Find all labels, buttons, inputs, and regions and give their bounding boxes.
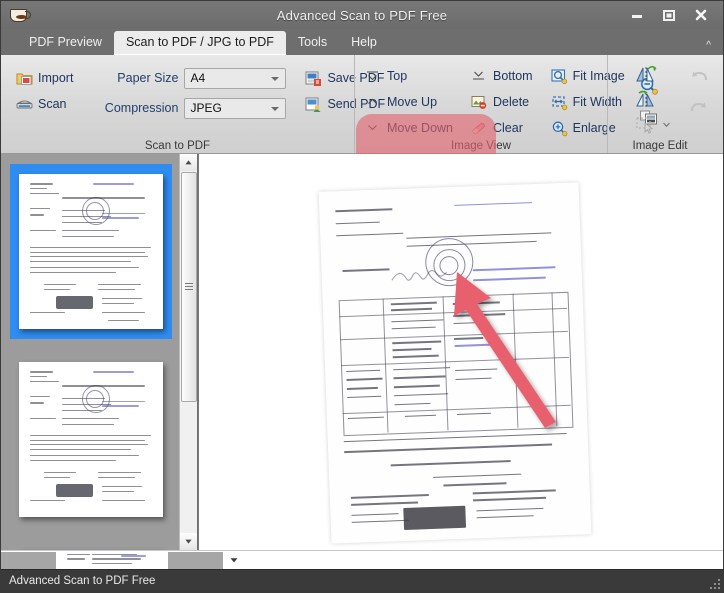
import-button[interactable]: Import [11, 65, 78, 91]
scrollbar-thumb[interactable] [181, 172, 197, 402]
thumbnail-scrollbar[interactable] [179, 154, 197, 550]
status-bar: Advanced Scan to PDF Free [1, 569, 723, 592]
thumbnail-panel [1, 154, 198, 550]
compression-label: Compression [92, 101, 178, 115]
save-pdf-icon [305, 70, 322, 87]
chevron-down-icon[interactable] [662, 118, 671, 132]
compression-dropdown[interactable]: JPEG [184, 98, 286, 119]
window-title: Advanced Scan to PDF Free [1, 8, 723, 23]
top-label: Top [387, 69, 407, 83]
compression-value: JPEG [190, 101, 221, 115]
ribbon: Import Scan [1, 55, 723, 154]
tab-scan-to-pdf[interactable]: Scan to PDF / JPG to PDF [114, 31, 286, 55]
minimize-button[interactable] [629, 7, 645, 23]
paper-size-value: A4 [190, 71, 205, 85]
scanner-icon [16, 96, 33, 113]
import-label: Import [38, 71, 73, 85]
list-item[interactable] [10, 164, 172, 339]
collapse-ribbon-icon[interactable]: ^ [706, 40, 711, 51]
filmstrip-spacer [168, 552, 223, 569]
move-to-bottom-icon [471, 68, 488, 85]
scroll-up-button[interactable] [180, 154, 197, 171]
bottom-filmstrip [1, 550, 723, 569]
paper-size-label: Paper Size [92, 71, 178, 85]
scrollbar-grip-icon [185, 283, 193, 291]
page-thumbnail [19, 362, 163, 517]
move-up-label: Move Up [387, 95, 437, 109]
move-to-top-icon [365, 68, 382, 85]
resize-grip-icon[interactable] [709, 578, 720, 589]
ribbon-group-label-image-view: Image View [355, 140, 607, 152]
scroll-down-button[interactable] [180, 533, 197, 550]
flip-horizontal-icon [635, 64, 657, 86]
delete-label: Delete [493, 95, 529, 109]
window-controls [629, 7, 723, 23]
coffee-cup-icon [7, 5, 29, 25]
title-bar: Advanced Scan to PDF Free [1, 1, 723, 29]
move-up-button[interactable]: Move Up [360, 89, 458, 115]
send-pdf-icon [305, 96, 322, 113]
delete-button[interactable]: Delete [466, 89, 538, 115]
ribbon-tab-strip: PDF Preview Scan to PDF / JPG to PDF Too… [1, 29, 723, 55]
signature-mark [389, 265, 450, 285]
ribbon-group-image-edit: Image Edit [607, 55, 723, 153]
import-folder-icon [16, 70, 33, 87]
filmstrip-scroll-down-button[interactable] [223, 552, 245, 569]
bottom-label: Bottom [493, 69, 533, 83]
university-emblem [403, 505, 466, 530]
tab-help[interactable]: Help [339, 31, 389, 55]
ribbon-group-image-view: Top Move Up Move Down [354, 55, 607, 153]
thumbnail-list [1, 154, 180, 550]
bottom-button[interactable]: Bottom [466, 63, 538, 89]
status-text: Advanced Scan to PDF Free [1, 575, 155, 587]
compression-field: Compression JPEG [92, 93, 286, 123]
select-region-icon [635, 114, 657, 136]
preview-document [319, 182, 592, 543]
redo-button[interactable] [682, 92, 716, 122]
clear-button[interactable]: Clear [466, 115, 538, 141]
maximize-button[interactable] [661, 7, 677, 23]
ribbon-group-label-scan-to-pdf: Scan to PDF [1, 140, 354, 152]
list-item[interactable] [10, 540, 172, 550]
undo-icon [687, 65, 711, 89]
scan-button[interactable]: Scan [11, 91, 78, 117]
chevron-up-icon [365, 94, 382, 111]
filmstrip-spacer [1, 552, 56, 569]
preview-panel[interactable] [198, 154, 723, 550]
clear-label: Clear [493, 121, 523, 135]
paper-size-field: Paper Size A4 [92, 63, 286, 93]
flip-vertical-button[interactable] [630, 87, 676, 112]
list-item[interactable] [10, 352, 172, 527]
flip-horizontal-button[interactable] [630, 62, 676, 87]
move-down-label: Move Down [387, 121, 453, 135]
flip-vertical-icon [635, 89, 657, 111]
application-window: Advanced Scan to PDF Free PDF Preview Sc… [0, 0, 724, 593]
chevron-down-icon [271, 77, 279, 81]
scan-label: Scan [38, 97, 67, 111]
redo-icon [687, 95, 711, 119]
ribbon-group-scan-to-pdf: Import Scan [1, 55, 354, 153]
tab-tools[interactable]: Tools [286, 31, 339, 55]
move-down-button[interactable]: Move Down [360, 115, 458, 141]
fit-width-icon [551, 94, 568, 111]
filmstrip-page[interactable] [56, 552, 168, 569]
chevron-down-icon [365, 120, 382, 137]
page-thumbnail [19, 174, 163, 329]
main-area [1, 154, 723, 550]
top-button[interactable]: Top [360, 63, 458, 89]
ribbon-group-label-image-edit: Image Edit [605, 140, 715, 152]
delete-image-icon [471, 94, 488, 111]
chevron-down-icon [271, 107, 279, 111]
close-button[interactable] [693, 7, 709, 23]
tab-pdf-preview[interactable]: PDF Preview [17, 31, 114, 55]
paper-size-dropdown[interactable]: A4 [184, 68, 286, 89]
fit-image-icon [551, 68, 568, 85]
zoom-in-icon [551, 120, 568, 137]
undo-button[interactable] [682, 62, 716, 92]
eraser-icon [471, 120, 488, 137]
select-region-button[interactable] [630, 112, 676, 137]
